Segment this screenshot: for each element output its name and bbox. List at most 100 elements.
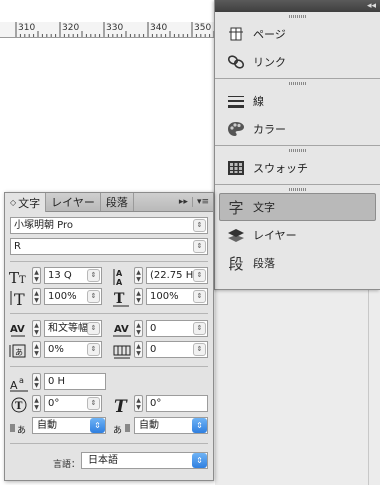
vertical-scale-value: 100% [48, 291, 77, 302]
vertical-scale-stepper[interactable]: ▲ ▼ [32, 288, 41, 305]
font-style-select[interactable]: R ⇕ [10, 238, 208, 255]
aki-before-select[interactable]: 自動 ⇕ [32, 417, 106, 434]
ruler-number: 350 [194, 23, 212, 33]
svg-text:T: T [114, 291, 125, 307]
dock-item-character[interactable]: 字 文字 [219, 193, 376, 221]
font-family-value: 小塚明朝 Pro [14, 220, 74, 231]
dock-item-swatches[interactable]: スウォッチ [215, 154, 380, 182]
chevron-updown-icon: ⇕ [193, 269, 206, 282]
horizontal-ruler: 310 320 330 340 350 [0, 22, 215, 38]
dock-item-pages[interactable]: ページ [215, 20, 380, 48]
character-rotation-stepper[interactable]: ▲ ▼ [32, 395, 41, 412]
kerning-stepper[interactable]: ▲ ▼ [32, 320, 41, 337]
divider [10, 366, 208, 367]
tsume-value: 0% [48, 344, 64, 355]
dock-header[interactable]: ◂◂ [215, 0, 380, 12]
dock-item-color[interactable]: カラー [215, 115, 380, 143]
chevron-updown-icon: ⇕ [193, 219, 206, 232]
tsume-field[interactable]: 0% ⇕ [44, 341, 102, 358]
dock-item-paragraph[interactable]: 段 段落 [215, 249, 380, 277]
ruler-number: 320 [62, 23, 80, 33]
dock-item-label: カラー [253, 123, 286, 136]
character-panel: ◇ 文字 レイヤー 段落 ▸▸ ▾≡ 小塚明朝 Pro ⇕ R ⇕ TT ▲ ▼ … [4, 192, 214, 481]
font-size-field[interactable]: 13 Q ⇕ [44, 267, 102, 284]
leading-icon: AA [112, 267, 132, 287]
swatches-icon [227, 159, 245, 177]
svg-text:T: T [19, 275, 26, 286]
tracking-value: 0 [150, 323, 157, 334]
kerning-icon: AV [9, 320, 29, 340]
group-grip[interactable] [215, 79, 380, 87]
baseline-shift-field[interactable]: 0 H [44, 373, 106, 390]
tracking-field[interactable]: 0 ⇕ [146, 320, 208, 337]
leading-value: (22.75 H) [150, 270, 198, 281]
divider [10, 443, 208, 444]
font-size-stepper[interactable]: ▲ ▼ [32, 267, 41, 284]
baseline-shift-stepper[interactable]: ▲ ▼ [32, 373, 41, 390]
leading-field[interactable]: (22.75 H) ⇕ [146, 267, 208, 284]
language-select[interactable]: 日本語 ⇕ [81, 452, 208, 469]
dock-item-label: レイヤー [253, 229, 297, 242]
aki-field[interactable]: 0 ⇕ [146, 341, 208, 358]
ruler-number: 330 [106, 23, 124, 33]
tracking-stepper[interactable]: ▲ ▼ [134, 320, 143, 337]
baseline-shift-value: 0 H [48, 376, 66, 387]
group-grip[interactable] [215, 146, 380, 154]
panel-menu-icon[interactable]: ▾≡ [191, 197, 213, 207]
chevron-updown-icon: ⇕ [192, 418, 207, 433]
aki-before-icon: あ [9, 417, 29, 437]
dock-item-label: 文字 [253, 201, 275, 214]
chevron-updown-icon: ⇕ [87, 269, 100, 282]
tab-character[interactable]: ◇ 文字 [5, 193, 47, 212]
chevron-updown-icon: ⇕ [87, 290, 100, 303]
horizontal-scale-field[interactable]: 100% ⇕ [146, 288, 208, 305]
dock-item-layers[interactable]: レイヤー [215, 221, 380, 249]
aki-after-icon: あ [112, 417, 132, 437]
dock-item-label: 段落 [253, 257, 275, 270]
vertical-scale-field[interactable]: 100% ⇕ [44, 288, 102, 305]
color-icon [227, 120, 245, 138]
aki-after-select[interactable]: 自動 ⇕ [134, 417, 208, 434]
links-icon [227, 53, 245, 71]
collapse-panel-icon[interactable]: ▸▸ [175, 197, 192, 207]
horizontal-scale-value: 100% [150, 291, 179, 302]
tracking-icon: AV [112, 320, 132, 340]
language-label: 言語： [53, 460, 81, 470]
group-grip[interactable] [215, 12, 380, 20]
font-style-value: R [14, 241, 21, 252]
tab-label: 段落 [105, 196, 128, 209]
dock-item-links[interactable]: リンク [215, 48, 380, 76]
svg-text:あ: あ [15, 348, 23, 357]
double-chevron-left-icon[interactable]: ◂◂ [367, 0, 376, 12]
kerning-field[interactable]: 和文等幅 ⇕ [44, 320, 102, 337]
leading-stepper[interactable]: ▲ ▼ [134, 267, 143, 284]
chevron-updown-icon: ⇕ [90, 418, 105, 433]
skew-stepper[interactable]: ▲ ▼ [134, 395, 143, 412]
chevron-updown-icon: ⇕ [192, 453, 207, 468]
font-family-select[interactable]: 小塚明朝 Pro ⇕ [10, 217, 208, 234]
svg-text:A: A [116, 278, 123, 286]
skew-field[interactable]: 0° [146, 395, 208, 412]
dock-item-label: リンク [253, 56, 286, 69]
svg-text:a: a [19, 376, 24, 385]
character-rotation-icon: T [9, 395, 29, 415]
panel-dock: ◂◂ ページ リンク 線 カラー スウォッチ 字 文字 レイヤー 段 段落 [214, 0, 380, 290]
horizontal-scale-stepper[interactable]: ▲ ▼ [134, 288, 143, 305]
kerning-value: 和文等幅 [48, 323, 88, 334]
font-size-value: 13 Q [48, 270, 72, 281]
character-rotation-field[interactable]: 0° ⇕ [44, 395, 102, 412]
tab-paragraph[interactable]: 段落 [101, 193, 134, 211]
group-grip[interactable] [215, 185, 380, 193]
dock-item-stroke[interactable]: 線 [215, 87, 380, 115]
svg-text:T: T [9, 269, 19, 286]
svg-text:A: A [116, 269, 123, 278]
chevron-updown-icon: ⇕ [87, 343, 100, 356]
tab-layers[interactable]: レイヤー [46, 193, 101, 211]
stroke-icon [227, 92, 245, 110]
tsume-stepper[interactable]: ▲ ▼ [32, 341, 41, 358]
divider [10, 313, 208, 314]
ruler-number: 310 [18, 23, 36, 33]
pages-icon [227, 25, 245, 43]
aki-stepper[interactable]: ▲ ▼ [134, 341, 143, 358]
svg-text:T: T [14, 290, 25, 307]
